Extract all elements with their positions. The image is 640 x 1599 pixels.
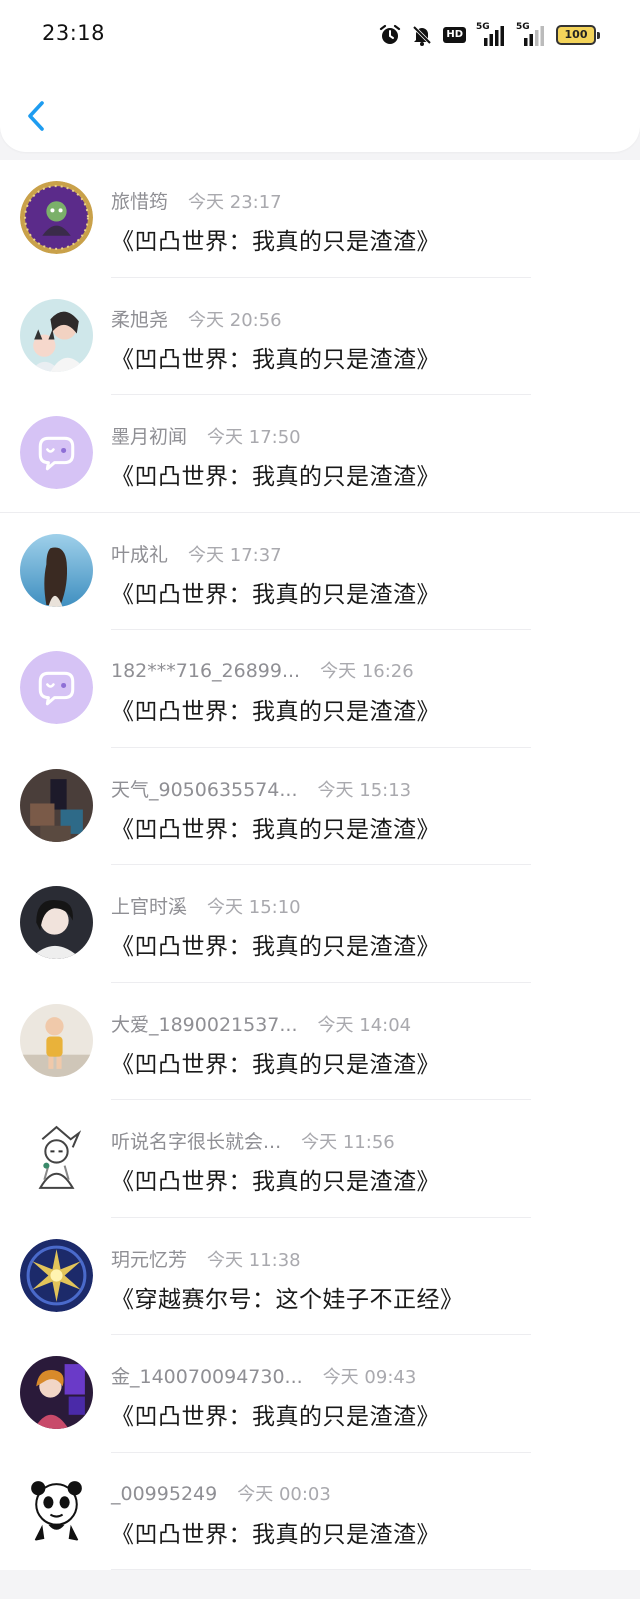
message-meta: 金_140070094730... 今天 09:43 (111, 1362, 416, 1390)
message-text: 《凹凸世界：我真的只是渣渣》 (111, 229, 440, 255)
message-item[interactable]: 上官时溪 今天 15:10 《凹凸世界：我真的只是渣渣》 (0, 865, 640, 983)
message-text: 《凹凸世界：我真的只是渣渣》 (111, 464, 440, 490)
avatar-panda-meme[interactable] (20, 1473, 93, 1547)
avatar-chat-placeholder[interactable] (20, 416, 93, 489)
avatar-purple-badge[interactable] (20, 181, 93, 254)
message-time: 今天 09:43 (322, 1367, 417, 1388)
message-time: 今天 15:13 (317, 779, 412, 801)
message-list: 旅惜筠 今天 23:17 《凹凸世界：我真的只是渣渣》 柔旭尧 今天 20:56… (0, 160, 640, 1570)
message-time: 今天 00:03 (237, 1483, 331, 1505)
message-time: 今天 23:17 (188, 192, 282, 213)
message-item[interactable]: 大爱_1890021537... 今天 14:04 《凹凸世界：我真的只是渣渣》 (0, 983, 640, 1100)
avatar-photo-kid[interactable] (20, 1003, 93, 1077)
message-text: 《凹凸世界：我真的只是渣渣》 (111, 934, 440, 960)
alarm-icon (380, 24, 401, 44)
avatar-sketch[interactable] (20, 1121, 93, 1194)
sender-name: _00995249 (111, 1482, 218, 1505)
mute-bell-icon (413, 25, 432, 46)
status-icons: HD 5G 5G 100 (379, 22, 600, 48)
status-time: 23:18 (42, 21, 106, 45)
message-meta: 大爱_1890021537... 今天 14:04 (111, 1010, 411, 1038)
message-meta: 叶成礼 今天 17:37 (111, 540, 282, 568)
avatar-emblem[interactable] (20, 1238, 93, 1312)
avatar-chat-placeholder[interactable] (20, 651, 93, 724)
message-item[interactable]: 天气_9050635574... 今天 15:13 《凹凸世界：我真的只是渣渣》 (0, 748, 640, 865)
message-time: 今天 15:10 (207, 897, 301, 918)
message-item[interactable]: 叶成礼 今天 17:37 《凹凸世界：我真的只是渣渣》 (0, 513, 640, 630)
message-meta: 旅惜筠 今天 23:17 (111, 187, 282, 215)
message-meta: _00995249 今天 00:03 (111, 1480, 331, 1508)
message-text: 《凹凸世界：我真的只是渣渣》 (111, 816, 440, 843)
message-text: 《凹凸世界：我真的只是渣渣》 (111, 346, 440, 373)
battery-level: 100 (564, 28, 588, 41)
chevron-left-icon (28, 101, 44, 131)
divider (111, 1569, 531, 1570)
status-bar: 23:18 HD 5G 5G 100 (0, 0, 640, 70)
message-item[interactable]: 柔旭尧 今天 20:56 《凹凸世界：我真的只是渣渣》 (0, 278, 640, 395)
avatar-photo-light[interactable] (20, 298, 93, 372)
top-header: 23:18 HD 5G 5G 100 (0, 0, 640, 152)
message-time: 今天 17:50 (207, 427, 301, 448)
message-item[interactable]: 旅惜筠 今天 23:17 《凹凸世界：我真的只是渣渣》 (0, 160, 640, 278)
sender-name: 天气_9050635574... (111, 778, 298, 801)
message-item[interactable]: 182***716_26899... 今天 16:26 《凹凸世界：我真的只是渣… (0, 630, 640, 748)
sender-name: 玥元忆芳 (111, 1248, 188, 1271)
message-meta: 柔旭尧 今天 20:56 (111, 305, 282, 333)
sender-name: 上官时溪 (111, 896, 188, 918)
message-text: 《凹凸世界：我真的只是渣渣》 (111, 699, 440, 725)
network-type-1: 5G (476, 22, 490, 32)
message-text: 《凹凸世界：我真的只是渣渣》 (111, 1521, 440, 1548)
message-time: 今天 20:56 (188, 309, 282, 331)
message-meta: 天气_9050635574... 今天 15:13 (111, 775, 411, 803)
message-meta: 上官时溪 今天 15:10 (111, 892, 301, 920)
hd-icon: HD (443, 27, 466, 43)
message-item[interactable]: _00995249 今天 00:03 《凹凸世界：我真的只是渣渣》 (0, 1453, 640, 1570)
message-item[interactable]: 听说名字很长就会... 今天 11:56 《凹凸世界：我真的只是渣渣》 (0, 1100, 640, 1218)
message-time: 今天 16:26 (320, 661, 414, 682)
sender-name: 叶成礼 (111, 543, 169, 566)
signal-1-icon: 5G (476, 22, 506, 47)
sender-name: 墨月初闻 (111, 426, 188, 448)
message-time: 今天 11:56 (301, 1132, 395, 1153)
message-text: 《凹凸世界：我真的只是渣渣》 (111, 1169, 440, 1195)
signal-2-icon: 5G (516, 22, 546, 47)
message-text: 《穿越赛尔号：这个娃子不正经》 (111, 1286, 464, 1313)
message-text: 《凹凸世界：我真的只是渣渣》 (111, 581, 440, 608)
message-meta: 玥元忆芳 今天 11:38 (111, 1245, 301, 1273)
sender-name: 182***716_26899... (111, 660, 301, 682)
back-button[interactable] (22, 98, 50, 134)
message-item[interactable]: 玥元忆芳 今天 11:38 《穿越赛尔号：这个娃子不正经》 (0, 1218, 640, 1335)
network-type-2: 5G (516, 22, 530, 32)
avatar-photo-portrait[interactable] (20, 886, 93, 959)
avatar-anime-dark[interactable] (20, 1356, 93, 1429)
message-time: 今天 14:04 (317, 1014, 412, 1036)
message-time: 今天 17:37 (188, 544, 282, 566)
sender-name: 旅惜筠 (111, 191, 169, 213)
message-text: 《凹凸世界：我真的只是渣渣》 (111, 1404, 440, 1430)
sender-name: 大爱_1890021537... (111, 1013, 298, 1036)
battery-icon: 100 (556, 25, 600, 45)
message-time: 今天 11:38 (207, 1249, 301, 1271)
sender-name: 听说名字很长就会... (111, 1131, 282, 1153)
avatar-photo-dark[interactable] (20, 768, 93, 842)
message-meta: 听说名字很长就会... 今天 11:56 (111, 1127, 395, 1155)
avatar-photo-blue[interactable] (20, 533, 93, 607)
message-item[interactable]: 金_140070094730... 今天 09:43 《凹凸世界：我真的只是渣渣… (0, 1335, 640, 1453)
message-item[interactable]: 墨月初闻 今天 17:50 《凹凸世界：我真的只是渣渣》 (0, 395, 640, 513)
message-meta: 墨月初闻 今天 17:50 (111, 422, 301, 450)
message-text: 《凹凸世界：我真的只是渣渣》 (111, 1051, 440, 1078)
sender-name: 柔旭尧 (111, 308, 169, 331)
message-meta: 182***716_26899... 今天 16:26 (111, 657, 414, 685)
sender-name: 金_140070094730... (111, 1366, 303, 1388)
